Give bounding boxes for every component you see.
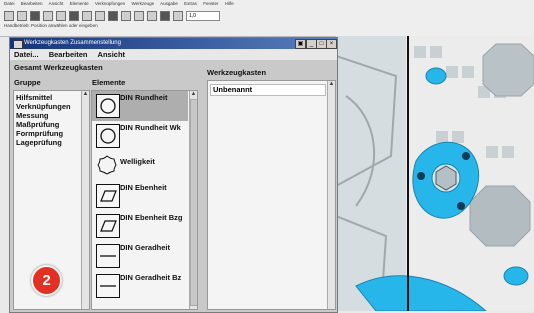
save-icon[interactable] bbox=[17, 11, 27, 21]
app-menu-item[interactable]: Datei bbox=[4, 1, 15, 6]
group-item-massprufung[interactable]: Maßprüfung bbox=[14, 120, 89, 129]
waviness-icon bbox=[96, 154, 118, 176]
scroll-up-icon[interactable]: ▲ bbox=[82, 91, 89, 98]
toolbox-item-unbenannt[interactable]: Unbenannt bbox=[210, 84, 326, 96]
element-label: Welligkeit bbox=[120, 157, 155, 166]
application-chrome: Datei Bearbeiten Ansicht Elemente Verknü… bbox=[0, 0, 534, 37]
status-text: Handbetrieb: Position anwählen oder eing… bbox=[4, 23, 98, 28]
app-menu-item[interactable]: Werkzeuge bbox=[131, 1, 154, 6]
menu-ansicht[interactable]: Ansicht bbox=[98, 50, 126, 59]
element-item-din-geradheit-bz[interactable]: DIN Geradheit Bz bbox=[92, 271, 188, 301]
roundness-icon bbox=[96, 94, 120, 118]
undo-icon[interactable] bbox=[43, 11, 53, 21]
flatness-icon bbox=[96, 184, 120, 208]
scroll-up-icon[interactable]: ▲ bbox=[190, 91, 197, 98]
toolbox-list[interactable]: Unbenannt ▲ bbox=[207, 80, 336, 310]
scroll-thumb[interactable] bbox=[190, 99, 197, 306]
app-menu-item[interactable]: Ansicht bbox=[49, 1, 64, 6]
element-label: DIN Rundheit bbox=[120, 93, 168, 102]
element-item-din-rundheit-wk[interactable]: DIN Rundheit Wk bbox=[92, 121, 188, 151]
group-item-messung[interactable]: Messung bbox=[14, 111, 89, 120]
zoom-icon[interactable] bbox=[108, 11, 118, 21]
layer-icon[interactable] bbox=[147, 11, 157, 21]
toolbox-list-scrollbar[interactable]: ▲ bbox=[327, 81, 335, 309]
element-list[interactable]: DIN Rundheit DIN Rundheit Wk Welligkeit … bbox=[91, 90, 198, 310]
group-item-verknuepfungen[interactable]: Verknüpfungen bbox=[14, 102, 89, 111]
element-label: DIN Ebenheit bbox=[120, 183, 167, 192]
print-icon[interactable] bbox=[30, 11, 40, 21]
group-list-scrollbar[interactable]: ▲ bbox=[81, 91, 89, 309]
probe-icon[interactable] bbox=[82, 11, 92, 21]
menu-datei[interactable]: Datei... bbox=[14, 50, 39, 59]
gesamt-werkzeugkasten-label: Gesamt Werkzeugkasten bbox=[14, 63, 103, 72]
roundness-icon bbox=[96, 124, 120, 148]
toolbox-item-label: Unbenannt bbox=[213, 85, 253, 94]
view-icon[interactable] bbox=[134, 11, 144, 21]
app-menu-item[interactable]: Elemente bbox=[70, 1, 89, 6]
app-menu-item[interactable]: Hilfe bbox=[225, 1, 234, 6]
element-label: DIN Geradheit bbox=[120, 243, 171, 252]
value-field[interactable]: 1,0 bbox=[186, 11, 220, 21]
restore-icon[interactable]: ▣ bbox=[295, 39, 306, 49]
element-item-din-ebenheit-bzg[interactable]: DIN Ebenheit Bzg bbox=[92, 211, 188, 241]
scroll-up-icon[interactable]: ▲ bbox=[328, 81, 335, 88]
rotate-icon[interactable] bbox=[121, 11, 131, 21]
straightness-icon bbox=[96, 244, 120, 268]
3d-viewport[interactable] bbox=[336, 36, 534, 311]
element-label: DIN Ebenheit Bzg bbox=[120, 213, 183, 222]
group-item-formpruefung[interactable]: Formprüfung bbox=[14, 129, 89, 138]
application-toolbar: 1,0 bbox=[4, 10, 220, 22]
element-item-welligkeit[interactable]: Welligkeit bbox=[92, 151, 188, 181]
redo-icon[interactable] bbox=[56, 11, 66, 21]
element-label: DIN Geradheit Bz bbox=[120, 273, 182, 282]
measure-icon[interactable] bbox=[69, 11, 79, 21]
step-number-badge: 2 bbox=[31, 265, 62, 296]
app-menu-item[interactable]: Ausgabe bbox=[160, 1, 178, 6]
elemente-label: Elemente bbox=[92, 78, 126, 87]
straightness-icon bbox=[96, 274, 120, 298]
app-menu-item[interactable]: Fenster bbox=[203, 1, 218, 6]
close-icon[interactable]: × bbox=[326, 39, 337, 49]
help-icon[interactable] bbox=[173, 11, 183, 21]
application-menu-bar: Datei Bearbeiten Ansicht Elemente Verknü… bbox=[4, 1, 239, 9]
element-label: DIN Rundheit Wk bbox=[120, 123, 181, 132]
settings-icon[interactable] bbox=[160, 11, 170, 21]
element-item-din-geradheit[interactable]: DIN Geradheit bbox=[92, 241, 188, 271]
gruppe-label: Gruppe bbox=[14, 78, 41, 87]
group-item-hilfsmittel[interactable]: Hilfsmittel bbox=[14, 93, 89, 102]
group-item-lagepruefung[interactable]: Lageprüfung bbox=[14, 138, 89, 147]
element-item-din-ebenheit[interactable]: DIN Ebenheit bbox=[92, 181, 188, 211]
grid-icon[interactable] bbox=[95, 11, 105, 21]
dialog-menu-bar: Datei... Bearbeiten Ansicht bbox=[10, 49, 337, 60]
element-list-scrollbar[interactable]: ▲ bbox=[189, 91, 197, 309]
app-menu-item[interactable]: Bearbeiten bbox=[21, 1, 43, 6]
app-menu-item[interactable]: Verknüpfungen bbox=[95, 1, 125, 6]
werkzeugkasten-label: Werkzeugkasten bbox=[207, 68, 267, 77]
part-render bbox=[336, 36, 534, 311]
app-menu-item[interactable]: Extras bbox=[184, 1, 197, 6]
flatness-icon bbox=[96, 214, 120, 238]
element-item-din-rundheit[interactable]: DIN Rundheit bbox=[92, 91, 188, 121]
window-icon bbox=[13, 40, 23, 49]
open-file-icon[interactable] bbox=[4, 11, 14, 21]
menu-bearbeiten[interactable]: Bearbeiten bbox=[49, 50, 88, 59]
dialog-title-bar[interactable]: Werkzeugkasten Zusammenstellung ▣ _ □ × bbox=[10, 38, 337, 49]
dialog-title: Werkzeugkasten Zusammenstellung bbox=[24, 40, 121, 46]
